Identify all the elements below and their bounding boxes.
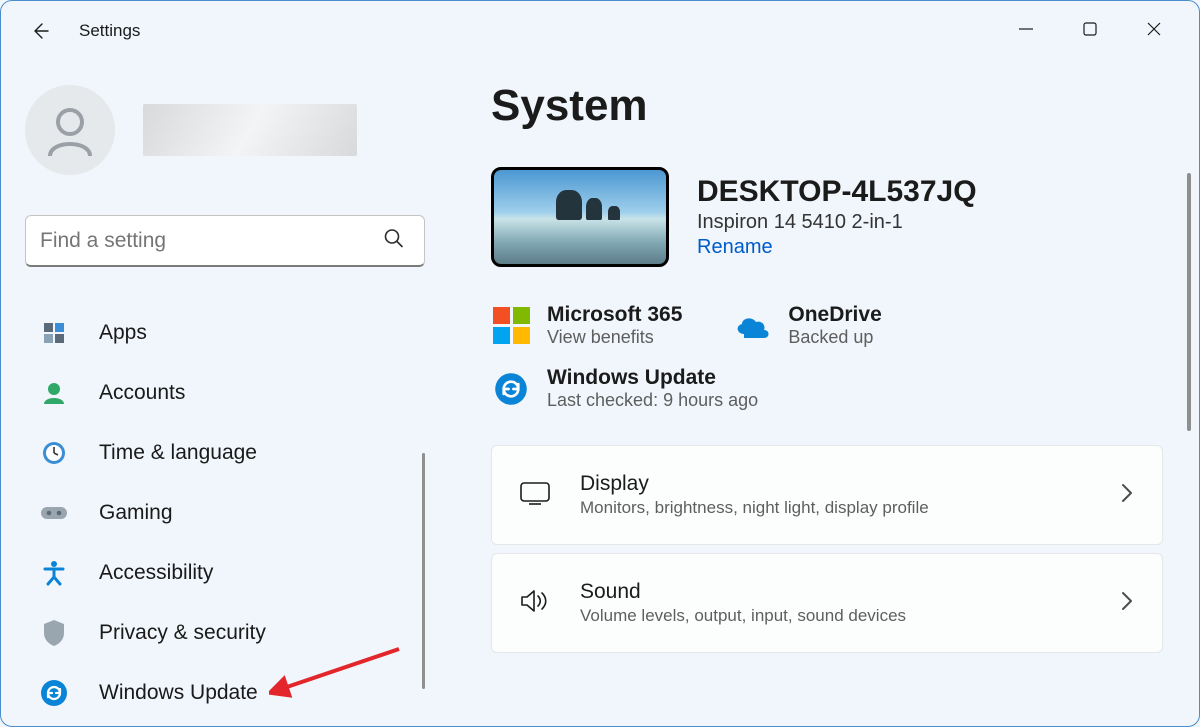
onedrive-icon bbox=[732, 306, 772, 346]
sidebar-item-accessibility[interactable]: Accessibility bbox=[25, 545, 425, 601]
windows-update-status-icon bbox=[491, 369, 531, 409]
titlebar: Settings bbox=[1, 1, 1199, 61]
status-title: Microsoft 365 bbox=[547, 303, 682, 327]
close-button[interactable] bbox=[1145, 20, 1163, 38]
apps-icon bbox=[39, 318, 69, 348]
sidebar-scrollbar[interactable] bbox=[422, 453, 425, 689]
accounts-icon bbox=[39, 378, 69, 408]
privacy-security-icon bbox=[39, 618, 69, 648]
card-sub: Volume levels, output, input, sound devi… bbox=[580, 606, 1088, 626]
user-avatar-icon bbox=[25, 85, 115, 175]
window-controls bbox=[1017, 1, 1199, 57]
status-sub: Backed up bbox=[788, 327, 881, 348]
user-account-row[interactable] bbox=[25, 85, 425, 175]
device-texts: DESKTOP-4L537JQ Inspiron 14 5410 2-in-1 … bbox=[697, 175, 977, 259]
sidebar-item-gaming[interactable]: Gaming bbox=[25, 485, 425, 541]
user-name-placeholder bbox=[143, 104, 357, 156]
status-sub: View benefits bbox=[547, 327, 682, 348]
main-panel: System DESKTOP-4L537JQ Inspiron 14 5410 … bbox=[449, 61, 1199, 726]
back-arrow-icon[interactable] bbox=[29, 20, 51, 42]
sidebar-item-accounts[interactable]: Accounts bbox=[25, 365, 425, 421]
search-icon bbox=[383, 228, 405, 255]
windows-update-icon bbox=[39, 678, 69, 708]
card-sub: Monitors, brightness, night light, displ… bbox=[580, 498, 1088, 518]
nav-list: Apps Accounts Time & language Gaming bbox=[25, 305, 425, 721]
status-microsoft-365[interactable]: Microsoft 365 View benefits bbox=[491, 303, 682, 348]
sidebar-item-label: Privacy & security bbox=[99, 621, 266, 645]
device-name: DESKTOP-4L537JQ bbox=[697, 175, 977, 209]
sidebar-item-label: Accessibility bbox=[99, 561, 213, 585]
gaming-icon bbox=[39, 498, 69, 528]
display-icon bbox=[520, 481, 548, 510]
search-input[interactable] bbox=[25, 215, 425, 267]
status-title: Windows Update bbox=[547, 366, 758, 390]
sidebar-item-label: Gaming bbox=[99, 501, 173, 525]
sidebar-item-label: Windows Update bbox=[99, 681, 258, 705]
maximize-button[interactable] bbox=[1081, 20, 1099, 38]
settings-card-sound[interactable]: Sound Volume levels, output, input, soun… bbox=[491, 553, 1163, 653]
sidebar-item-label: Apps bbox=[99, 321, 147, 345]
sidebar-item-label: Time & language bbox=[99, 441, 257, 465]
search-wrap bbox=[25, 215, 425, 267]
sidebar-item-privacy-security[interactable]: Privacy & security bbox=[25, 605, 425, 661]
wallpaper-thumbnail[interactable] bbox=[491, 167, 669, 267]
chevron-right-icon bbox=[1120, 482, 1134, 509]
sidebar: Apps Accounts Time & language Gaming bbox=[1, 61, 449, 726]
status-onedrive[interactable]: OneDrive Backed up bbox=[732, 303, 881, 348]
accessibility-icon bbox=[39, 558, 69, 588]
card-title: Sound bbox=[580, 580, 1088, 604]
sidebar-item-time-language[interactable]: Time & language bbox=[25, 425, 425, 481]
minimize-button[interactable] bbox=[1017, 20, 1035, 38]
main-scrollbar[interactable] bbox=[1187, 173, 1191, 431]
sound-icon bbox=[520, 588, 548, 619]
sidebar-item-label: Accounts bbox=[99, 381, 185, 405]
page-title: System bbox=[491, 81, 1163, 131]
status-sub: Last checked: 9 hours ago bbox=[547, 390, 758, 411]
status-title: OneDrive bbox=[788, 303, 881, 327]
time-language-icon bbox=[39, 438, 69, 468]
sidebar-item-apps[interactable]: Apps bbox=[25, 305, 425, 361]
rename-link[interactable]: Rename bbox=[697, 236, 773, 259]
status-windows-update[interactable]: Windows Update Last checked: 9 hours ago bbox=[491, 366, 758, 411]
card-title: Display bbox=[580, 472, 1088, 496]
device-model: Inspiron 14 5410 2-in-1 bbox=[697, 211, 977, 234]
device-summary: DESKTOP-4L537JQ Inspiron 14 5410 2-in-1 … bbox=[491, 167, 1163, 267]
chevron-right-icon bbox=[1120, 590, 1134, 617]
sidebar-item-windows-update[interactable]: Windows Update bbox=[25, 665, 425, 721]
app-title: Settings bbox=[79, 21, 140, 41]
microsoft-logo-icon bbox=[491, 306, 531, 346]
settings-card-display[interactable]: Display Monitors, brightness, night ligh… bbox=[491, 445, 1163, 545]
